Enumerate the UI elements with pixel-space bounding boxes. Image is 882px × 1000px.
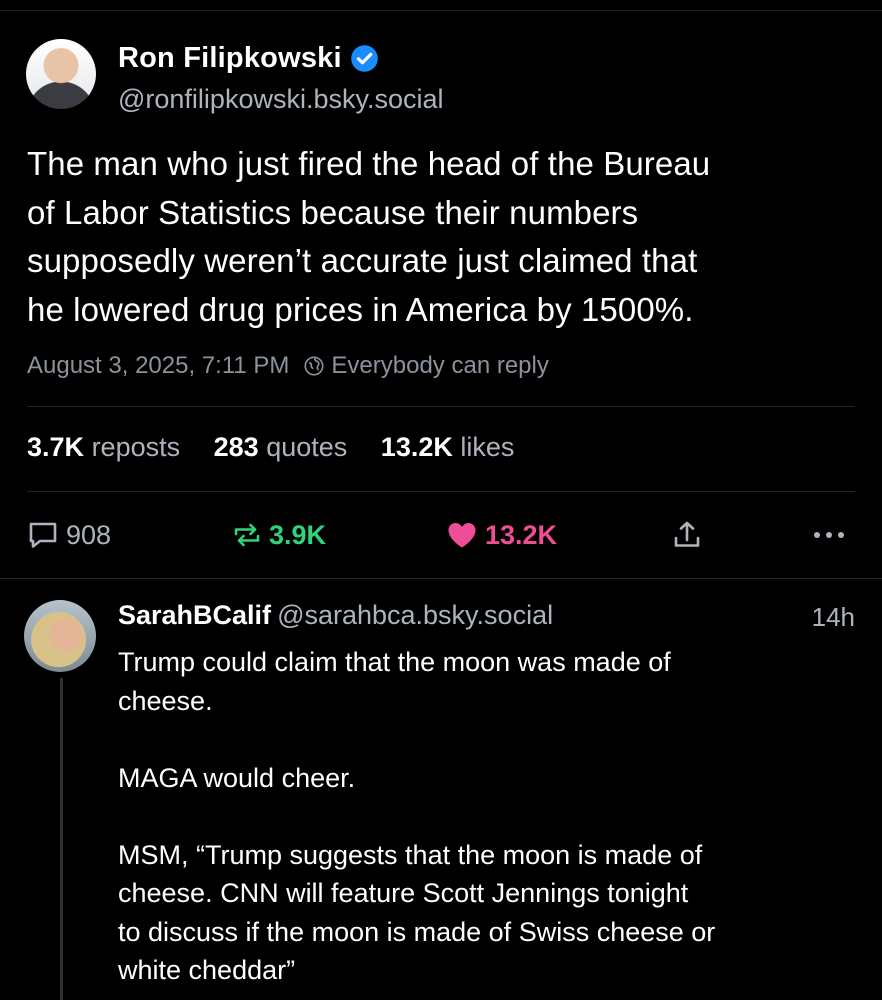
more-button[interactable] xyxy=(811,518,847,552)
author-name-row[interactable]: Ron Filipkowski xyxy=(118,42,379,75)
likes-count: 13.2K xyxy=(380,432,453,462)
top-divider xyxy=(0,10,882,11)
globe-icon xyxy=(303,355,325,377)
like-button[interactable]: 13.2K xyxy=(446,518,557,552)
quotes-count: 283 xyxy=(213,432,259,462)
reply-text-line: cheese. xyxy=(118,685,213,716)
reposts-label: reposts xyxy=(91,432,181,462)
post-text-line: The man who just fired the head of the B… xyxy=(27,145,711,182)
reply-author-handle[interactable]: @sarahbca.bsky.social xyxy=(277,600,553,630)
reply-count: 908 xyxy=(66,519,112,550)
reposts-count: 3.7K xyxy=(27,432,85,462)
repost-count: 3.9K xyxy=(269,519,327,550)
post-meta: August 3, 2025, 7:11 PM Everybody can re… xyxy=(27,352,549,380)
author-name[interactable]: Ron Filipkowski xyxy=(118,42,342,75)
verified-icon xyxy=(350,44,379,73)
reply-author-row[interactable]: SarahBCalif @sarahbca.bsky.social xyxy=(118,600,553,631)
reply-text-line: white cheddar” xyxy=(118,955,296,985)
post-text: The man who just fired the head of the B… xyxy=(27,140,857,334)
post-timestamp: August 3, 2025, 7:11 PM xyxy=(27,352,290,379)
divider xyxy=(27,406,855,407)
quotes-stat[interactable]: 283 quotes xyxy=(214,432,348,462)
divider xyxy=(0,578,882,579)
likes-label: likes xyxy=(460,432,515,462)
reply-text-line: Trump could claim that the moon was made… xyxy=(118,647,671,677)
repost-icon xyxy=(232,520,262,550)
author-avatar[interactable] xyxy=(26,39,96,109)
quotes-label: quotes xyxy=(266,432,348,462)
heart-icon xyxy=(446,520,478,550)
reply-avatar[interactable] xyxy=(24,600,96,672)
share-button[interactable] xyxy=(672,518,702,552)
reply-text-line: cheese. CNN will feature Scott Jennings … xyxy=(118,878,689,908)
reposts-stat[interactable]: 3.7K reposts xyxy=(27,432,180,462)
reply-text-line: MSM, “Trump suggests that the moon is ma… xyxy=(118,839,703,870)
reply-text-line: MAGA would cheer. xyxy=(118,762,356,793)
more-icon xyxy=(811,529,847,541)
reply-setting[interactable]: Everybody can reply xyxy=(331,352,548,380)
post-text-line: he lowered drug prices in America by 150… xyxy=(27,290,694,328)
divider xyxy=(27,491,855,492)
reply-text-line: to discuss if the moon is made of Swiss … xyxy=(118,916,716,947)
author-handle[interactable]: @ronfilipkowski.bsky.social xyxy=(118,84,444,115)
post-text-line: of Labor Statistics because their number… xyxy=(27,193,639,231)
reply-text: Trump could claim that the moon was made… xyxy=(118,643,858,990)
reply-icon xyxy=(27,520,59,550)
thread-line xyxy=(60,678,63,1000)
likes-stat[interactable]: 13.2K likes xyxy=(381,432,515,462)
reply-author-name[interactable]: SarahBCalif xyxy=(118,600,271,630)
like-count: 13.2K xyxy=(485,519,558,550)
share-icon xyxy=(672,519,702,551)
post-stats: 3.7K reposts 283 quotes 13.2K likes xyxy=(27,432,540,463)
reply-time[interactable]: 14h xyxy=(812,602,855,633)
reply-button[interactable]: 908 xyxy=(27,518,111,552)
post-text-line: supposedly weren’t accurate just claimed… xyxy=(27,242,698,279)
repost-button[interactable]: 3.9K xyxy=(232,518,326,552)
